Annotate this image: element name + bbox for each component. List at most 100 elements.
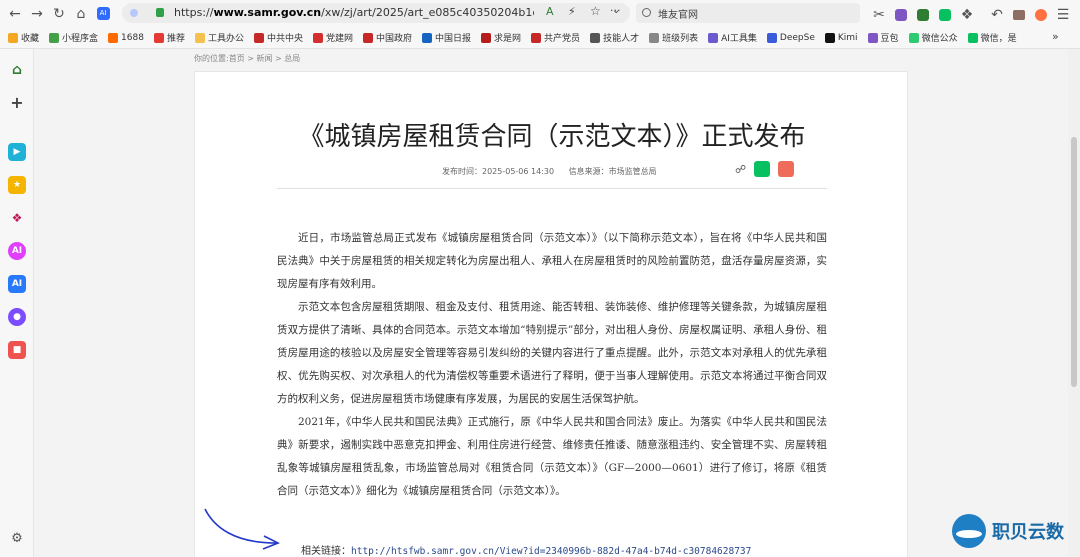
- bookmark-item[interactable]: 共产党员: [531, 31, 580, 44]
- bolt-icon[interactable]: ⚡: [568, 5, 576, 18]
- favorites-icon[interactable]: ★: [8, 176, 26, 194]
- related-link-label: 相关链接：: [301, 546, 351, 557]
- puzzle-icon[interactable]: ❖: [956, 4, 978, 26]
- bookmark-item[interactable]: 班级列表: [649, 31, 698, 44]
- scrollbar-thumb[interactable]: [1071, 137, 1077, 387]
- search-input[interactable]: 堆友官网: [636, 3, 860, 23]
- bookmark-label: 收藏: [21, 34, 40, 44]
- bookmark-item[interactable]: Kimi: [824, 32, 858, 43]
- bookmark-item[interactable]: AI工具集: [708, 31, 757, 44]
- address-bar[interactable]: https://www.samr.gov.cn/xw/zj/art/2025/a…: [122, 3, 630, 23]
- ai-icon-blue[interactable]: AI: [8, 275, 26, 293]
- wechat-share-icon[interactable]: [754, 161, 771, 177]
- bookmark-item[interactable]: 求是网: [481, 31, 521, 44]
- back-icon[interactable]: ←: [4, 3, 26, 25]
- bookmarks-overflow-icon[interactable]: »: [1052, 30, 1059, 43]
- bookmark-favicon-icon: [8, 32, 18, 43]
- extension-green-icon[interactable]: [912, 4, 934, 26]
- bookmark-item[interactable]: 微信，是: [967, 31, 1017, 44]
- site-info-icon[interactable]: [130, 9, 138, 17]
- search-icon: [642, 8, 651, 17]
- bookmark-item[interactable]: 中国日报: [422, 31, 471, 44]
- article-card: 《城镇房屋租赁合同（示范文本）》正式发布 发布时间：2025-05-06 14:…: [194, 71, 908, 557]
- network-icon[interactable]: ❖: [8, 209, 26, 227]
- page-scrollbar[interactable]: [1068, 49, 1080, 557]
- bookmark-label: 工具办公: [207, 34, 244, 44]
- menu-icon[interactable]: ☰: [1052, 4, 1074, 26]
- home-icon[interactable]: ⌂: [70, 3, 92, 25]
- bookmark-item[interactable]: 中国政府: [363, 31, 412, 44]
- star-icon[interactable]: ☆: [590, 4, 601, 18]
- bookmark-item[interactable]: 收藏: [8, 31, 39, 44]
- bookmark-item[interactable]: 1688: [108, 32, 144, 43]
- wallet-icon[interactable]: [1008, 4, 1030, 26]
- bookmarks-bar: 收藏 小程序盒 1688 推荐 工具办公 中共中央 党建网 中国政府 中国日报 求是网 共产党员 技能…: [0, 27, 1080, 49]
- undo-icon[interactable]: ↶: [986, 4, 1008, 26]
- home-sidebar-icon[interactable]: ⌂: [8, 61, 26, 79]
- bookmark-favicon-icon: [824, 32, 835, 43]
- browser-window: ← → ↻ ⌂ AI https://www.samr.gov.cn/xw/zj…: [0, 0, 1080, 557]
- bookmark-label: 小程序盒: [62, 34, 99, 44]
- app-cyan-icon[interactable]: ▶: [8, 143, 26, 161]
- bookmark-label: 微信公众: [921, 34, 958, 44]
- bookmark-favicon-icon: [49, 32, 60, 43]
- bookmark-item[interactable]: 微信公众: [908, 31, 958, 44]
- share-icon[interactable]: ☍: [735, 163, 746, 176]
- bookmark-item[interactable]: 推荐: [153, 31, 185, 44]
- bookmark-item[interactable]: 豆包: [867, 31, 899, 44]
- bookmark-favicon-icon: [649, 32, 660, 43]
- bot-icon[interactable]: ●: [8, 308, 26, 326]
- extension-purple-icon[interactable]: [890, 4, 912, 26]
- forward-icon[interactable]: →: [26, 3, 48, 25]
- breadcrumb[interactable]: 你的位置:首页 > 新闻 > 总局: [194, 53, 300, 64]
- ai-assistant-icon[interactable]: AI: [8, 242, 26, 260]
- scissors-icon[interactable]: ✂: [868, 4, 890, 26]
- bookmark-item[interactable]: 党建网: [312, 31, 353, 44]
- watermark-text: 职贝云数: [992, 522, 1064, 543]
- ai-icon[interactable]: AI: [92, 3, 114, 25]
- url-text[interactable]: https://www.samr.gov.cn/xw/zj/art/2025/a…: [174, 6, 534, 19]
- search-text: 堆友官网: [658, 10, 698, 21]
- bookmark-label: Kimi: [837, 32, 858, 43]
- bookmark-item[interactable]: 小程序盒: [49, 31, 98, 44]
- lock-icon: [156, 8, 164, 17]
- profile-icon[interactable]: [1030, 4, 1052, 26]
- bookmark-item[interactable]: 中共中央: [253, 31, 303, 44]
- bookmark-favicon-icon: [108, 32, 119, 43]
- article-source: 信息来源：市场监管总局: [568, 167, 657, 176]
- weibo-share-icon[interactable]: [778, 161, 795, 177]
- watermark: 职贝云数: [952, 514, 1064, 548]
- article-paragraph: 近日，市场监管总局正式发布《城镇房屋租赁合同（示范文本）》（以下简称示范文本），…: [277, 232, 827, 290]
- watermark-logo: [952, 514, 986, 548]
- bookmark-item[interactable]: 技能人才: [590, 31, 639, 44]
- bookmark-favicon-icon: [590, 32, 601, 43]
- bookmark-favicon-icon: [422, 32, 433, 43]
- bookmark-label: 求是网: [494, 34, 522, 44]
- related-link-url[interactable]: http://htsfwb.samr.gov.cn/View?id=234099…: [351, 546, 751, 557]
- bookmark-favicon-icon: [967, 32, 978, 43]
- related-link: 相关链接：http://htsfwb.samr.gov.cn/View?id=2…: [301, 542, 751, 557]
- article-paragraph: 示范文本包含房屋租赁期限、租金及支付、租赁用途、能否转租、装饰装修、维护修理等关…: [277, 301, 827, 405]
- bookmark-favicon-icon: [531, 32, 542, 43]
- extension-wechat-icon[interactable]: [934, 4, 956, 26]
- chevron-down-icon[interactable]: ⌄: [612, 5, 620, 16]
- browser-toolbar: ← → ↻ ⌂ AI https://www.samr.gov.cn/xw/zj…: [0, 0, 1080, 27]
- bookmark-item[interactable]: 工具办公: [194, 31, 244, 44]
- bookmark-label: 推荐: [166, 34, 185, 44]
- translate-icon[interactable]: A: [546, 5, 554, 18]
- bookmark-label: 豆包: [880, 34, 899, 44]
- reload-icon[interactable]: ↻: [48, 3, 70, 25]
- settings-gear-icon[interactable]: ⚙: [8, 529, 26, 547]
- bookmark-item[interactable]: DeepSe: [766, 32, 815, 43]
- bookmark-favicon-icon: [253, 32, 264, 43]
- bookmark-label: 中国政府: [376, 34, 413, 44]
- bookmark-favicon-icon: [766, 32, 777, 43]
- bookmark-favicon-icon: [153, 32, 164, 43]
- game-icon[interactable]: ■: [8, 341, 26, 359]
- bookmark-label: AI工具集: [721, 34, 757, 44]
- bookmark-label: 技能人才: [603, 34, 640, 44]
- bookmark-favicon-icon: [708, 32, 719, 43]
- add-icon[interactable]: +: [8, 93, 26, 112]
- bookmark-label: 中共中央: [266, 34, 303, 44]
- bookmark-favicon-icon: [363, 32, 373, 43]
